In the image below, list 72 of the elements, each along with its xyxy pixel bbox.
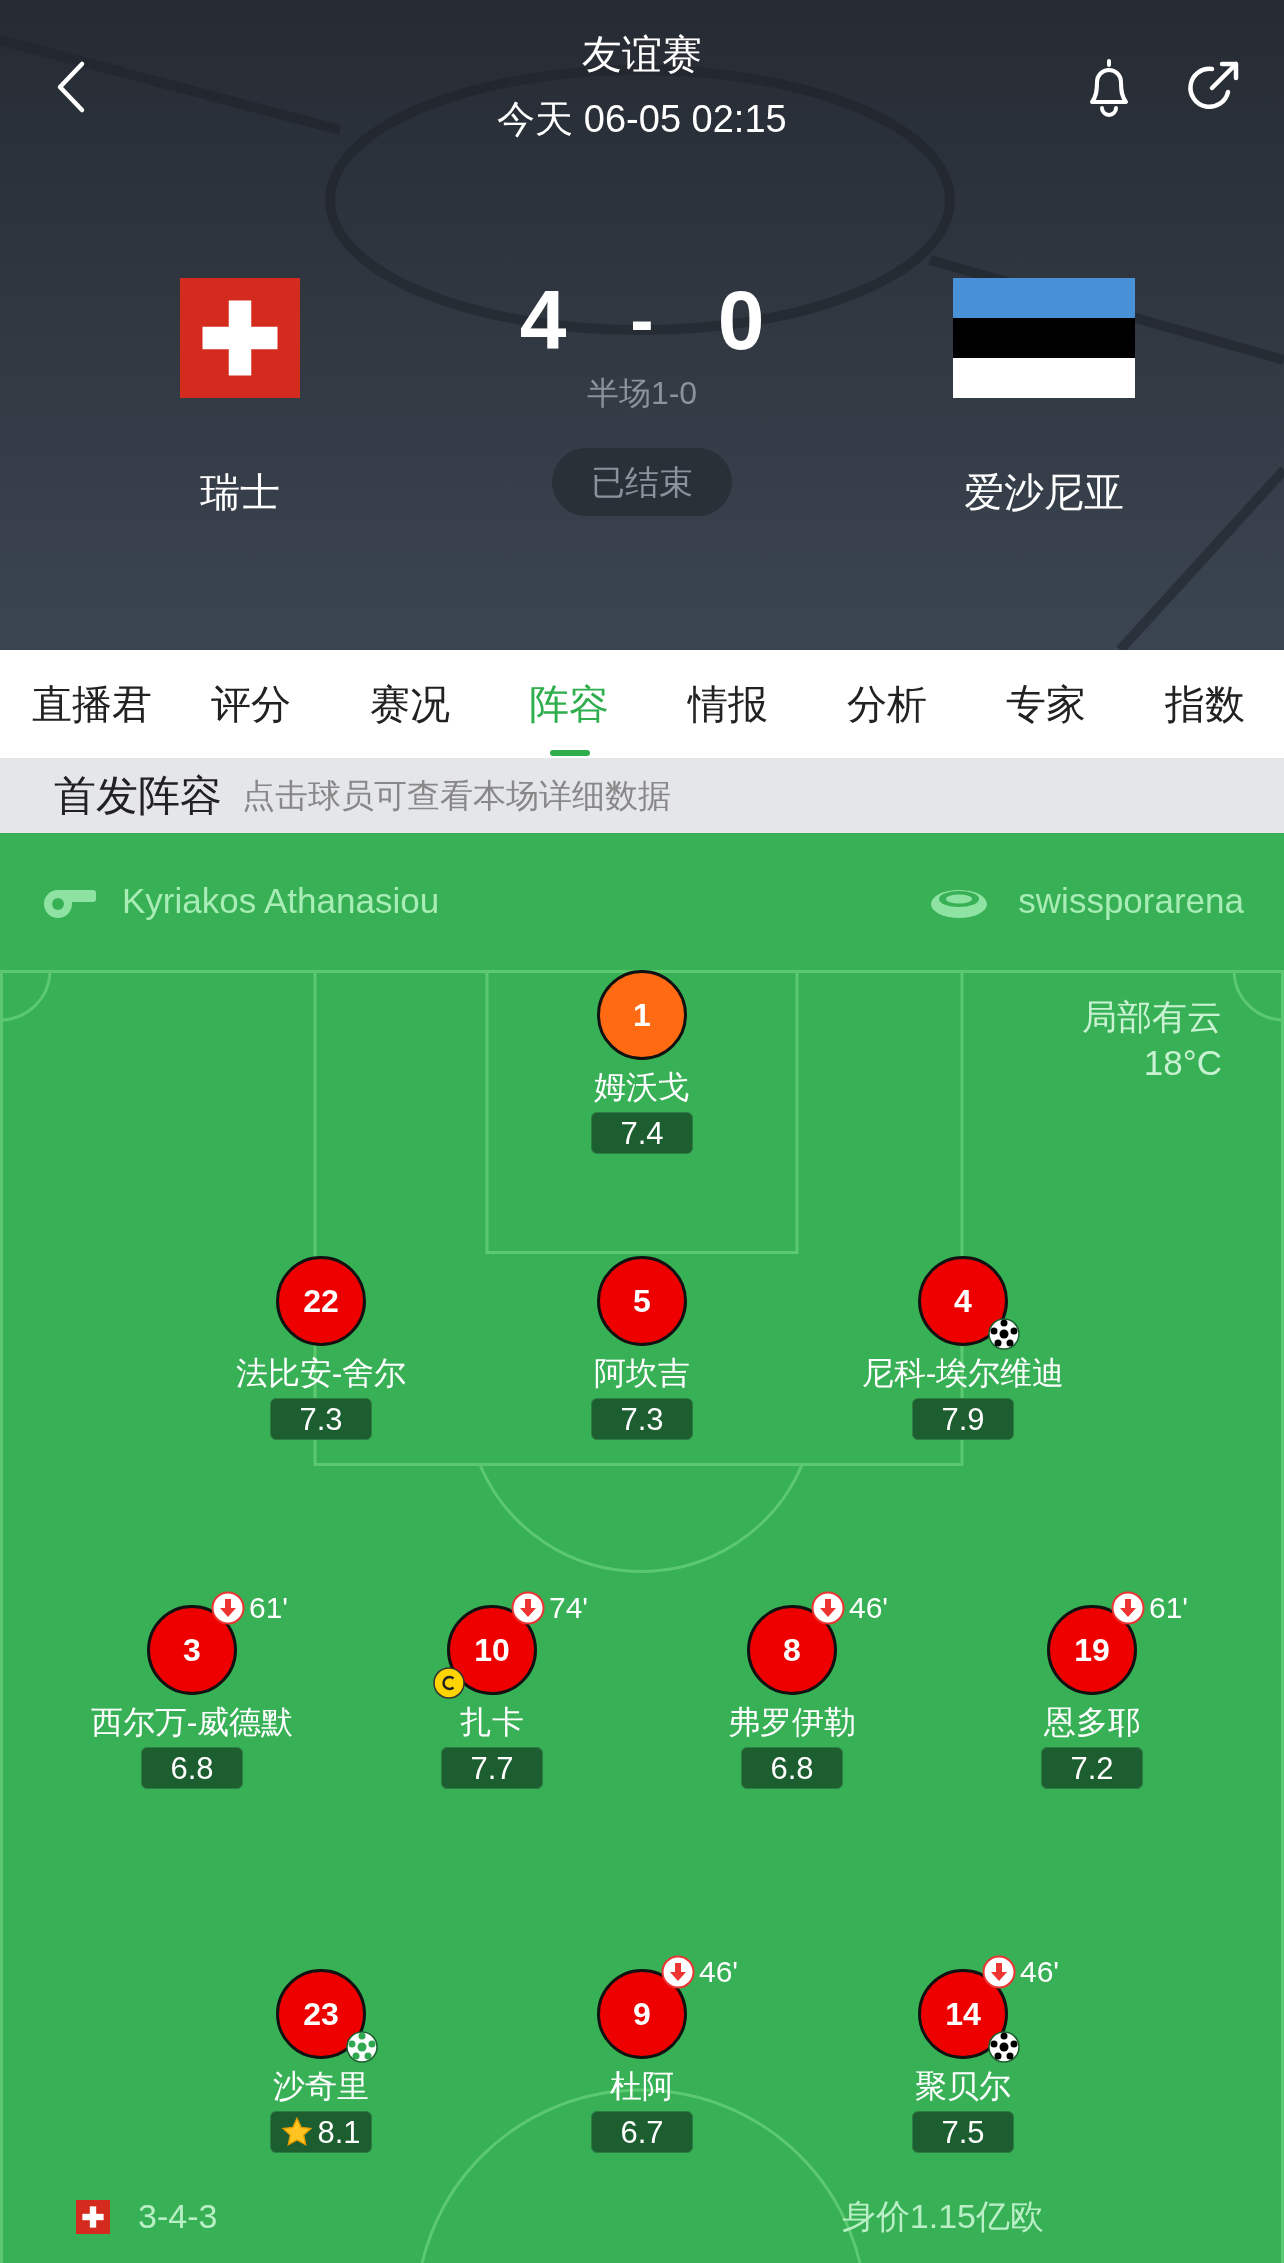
player-name: 法比安-舍尔 <box>235 1354 407 1393</box>
player-number[interactable]: 19 <box>1047 1605 1137 1695</box>
substitution-out-icon <box>811 1591 845 1625</box>
substitution-out-icon <box>211 1591 245 1625</box>
player-name: 尼科-埃尔维迪 <box>861 1354 1065 1393</box>
rating-value: 7.9 <box>941 1403 985 1435</box>
tab[interactable]: 专家 <box>966 650 1126 758</box>
section-title: 首发阵容 <box>54 771 222 821</box>
player-number[interactable]: 4 <box>918 1256 1008 1346</box>
player-number[interactable]: 8 <box>747 1605 837 1695</box>
rating-value: 7.7 <box>470 1752 514 1784</box>
player-name: 姆沃戈 <box>594 1068 690 1107</box>
temperature-text: 18°C <box>1143 1042 1222 1084</box>
substitution-minute: 61' <box>1149 1593 1189 1623</box>
tab[interactable]: 阵容 <box>489 650 649 758</box>
substitution-out-icon <box>982 1955 1016 1989</box>
rating-value: 6.8 <box>770 1752 814 1784</box>
player-name: 西尔万-威德默 <box>90 1703 294 1742</box>
player-number[interactable]: 22 <box>276 1256 366 1346</box>
referee-name: Kyriakos Athanasiou <box>122 880 440 923</box>
player-name: 沙奇里 <box>273 2067 369 2106</box>
home-score: 4 <box>519 278 567 362</box>
rating-value: 7.4 <box>620 1117 664 1149</box>
player-name: 弗罗伊勒 <box>728 1703 856 1742</box>
player-number[interactable]: 5 <box>597 1256 687 1346</box>
substitution-minute: 61' <box>249 1593 289 1623</box>
tab[interactable]: 情报 <box>648 650 808 758</box>
venue-name: swissporarena <box>1018 880 1244 923</box>
tab[interactable]: 指数 <box>1125 650 1284 758</box>
match-status: 已结束 <box>552 448 732 516</box>
player-name: 聚贝尔 <box>915 2067 1011 2106</box>
score-separator: - <box>630 285 654 355</box>
estonia-flag-icon <box>953 278 1135 398</box>
tab[interactable]: 赛况 <box>330 650 490 758</box>
tab[interactable]: 评分 <box>171 650 331 758</box>
swiss-flag-icon <box>76 2199 110 2234</box>
rating-value: 7.3 <box>299 1403 343 1435</box>
rating-value: 7.3 <box>620 1403 664 1435</box>
player-name: 扎卡 <box>460 1703 524 1742</box>
rating-value: 6.8 <box>170 1752 214 1784</box>
substitution-minute: 46' <box>699 1957 739 1987</box>
player-number[interactable]: 1 <box>597 970 687 1060</box>
halftime-score: 半场1-0 <box>586 374 698 413</box>
rating-value: 6.7 <box>620 2116 664 2148</box>
weather-text: 局部有云 <box>1082 996 1222 1038</box>
substitution-minute: 46' <box>1020 1957 1060 1987</box>
home-team-name[interactable]: 瑞士 <box>200 466 280 518</box>
market-value-text: 身价1.15亿欧 <box>841 2196 1044 2237</box>
player-number[interactable]: 9 <box>597 1969 687 2059</box>
tab[interactable]: 直播君 <box>13 650 172 758</box>
player-number[interactable]: 3 <box>147 1605 237 1695</box>
substitution-out-icon <box>511 1591 545 1625</box>
match-datetime: 今天 06-05 02:15 <box>497 97 787 142</box>
substitution-minute: 74' <box>549 1593 589 1623</box>
rating-value: 7.2 <box>1070 1752 1114 1784</box>
substitution-out-icon <box>1111 1591 1145 1625</box>
star-icon <box>281 2117 314 2147</box>
away-score: 0 <box>717 278 765 362</box>
rating-value: 8.1 <box>317 2116 361 2148</box>
away-team-name[interactable]: 爱沙尼亚 <box>964 466 1124 518</box>
competition-title: 友谊赛 <box>582 31 702 78</box>
formation-text: 3-4-3 <box>138 2196 218 2237</box>
swiss-flag-icon <box>180 278 300 398</box>
player-name: 杜阿 <box>610 2067 674 2106</box>
substitution-minute: 46' <box>849 1593 889 1623</box>
rating-value: 7.5 <box>941 2116 985 2148</box>
player-name: 阿坎吉 <box>594 1354 690 1393</box>
section-hint: 点击球员可查看本场详细数据 <box>242 775 671 816</box>
substitution-out-icon <box>661 1955 695 1989</box>
tab[interactable]: 分析 <box>807 650 967 758</box>
player-name: 恩多耶 <box>1044 1703 1140 1742</box>
player-number[interactable]: 23 <box>276 1969 366 2059</box>
